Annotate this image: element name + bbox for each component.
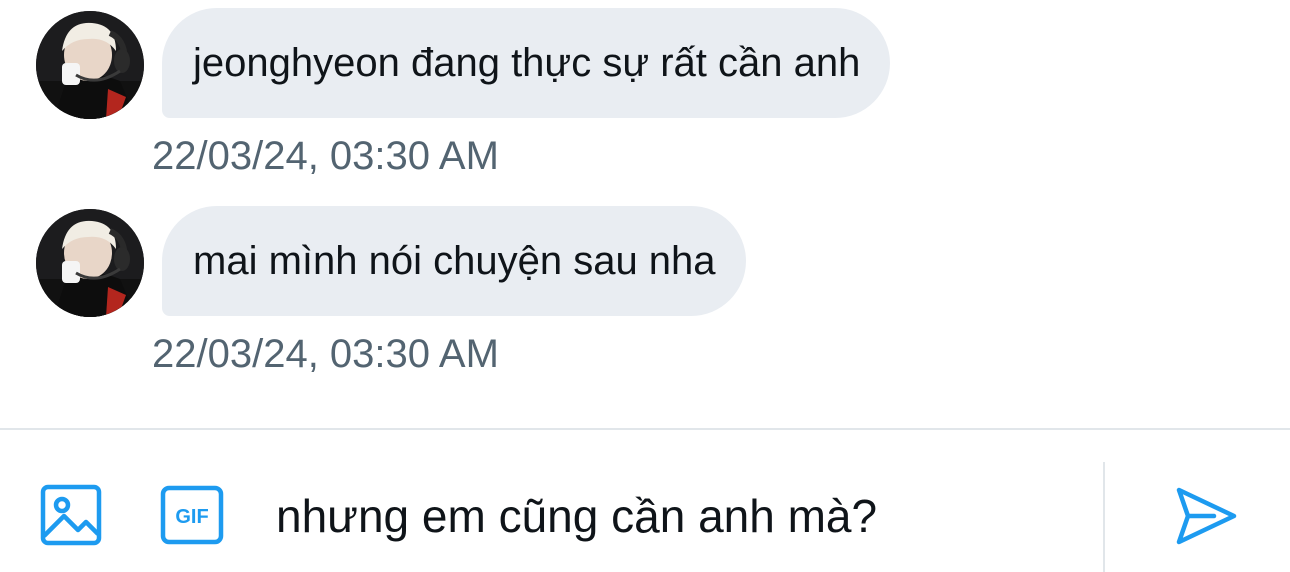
send-icon: [1176, 487, 1237, 545]
add-gif-button[interactable]: GIF: [160, 485, 224, 545]
send-button[interactable]: [1174, 484, 1238, 548]
message-input[interactable]: [276, 486, 1076, 546]
message-timestamp: 22/03/24, 03:30 AM: [152, 134, 499, 178]
message-bubble[interactable]: mai mình nói chuyện sau nha: [162, 206, 746, 316]
gif-label: GIF: [175, 506, 208, 528]
composer-separator: [1103, 462, 1105, 572]
message-composer: GIF: [0, 430, 1290, 572]
user-avatar-icon[interactable]: [36, 11, 144, 119]
message-thread: jeonghyeon đang thực sự rất cần anh 22/0…: [0, 0, 1290, 428]
gif-icon: GIF: [160, 485, 224, 545]
add-photo-button[interactable]: [40, 484, 102, 546]
message-bubble[interactable]: jeonghyeon đang thực sự rất cần anh: [162, 8, 891, 118]
user-avatar-icon[interactable]: [36, 209, 144, 317]
avatar-photo: [36, 11, 144, 119]
image-icon: [40, 484, 102, 546]
avatar-photo: [36, 209, 144, 317]
message-timestamp: 22/03/24, 03:30 AM: [152, 332, 499, 376]
